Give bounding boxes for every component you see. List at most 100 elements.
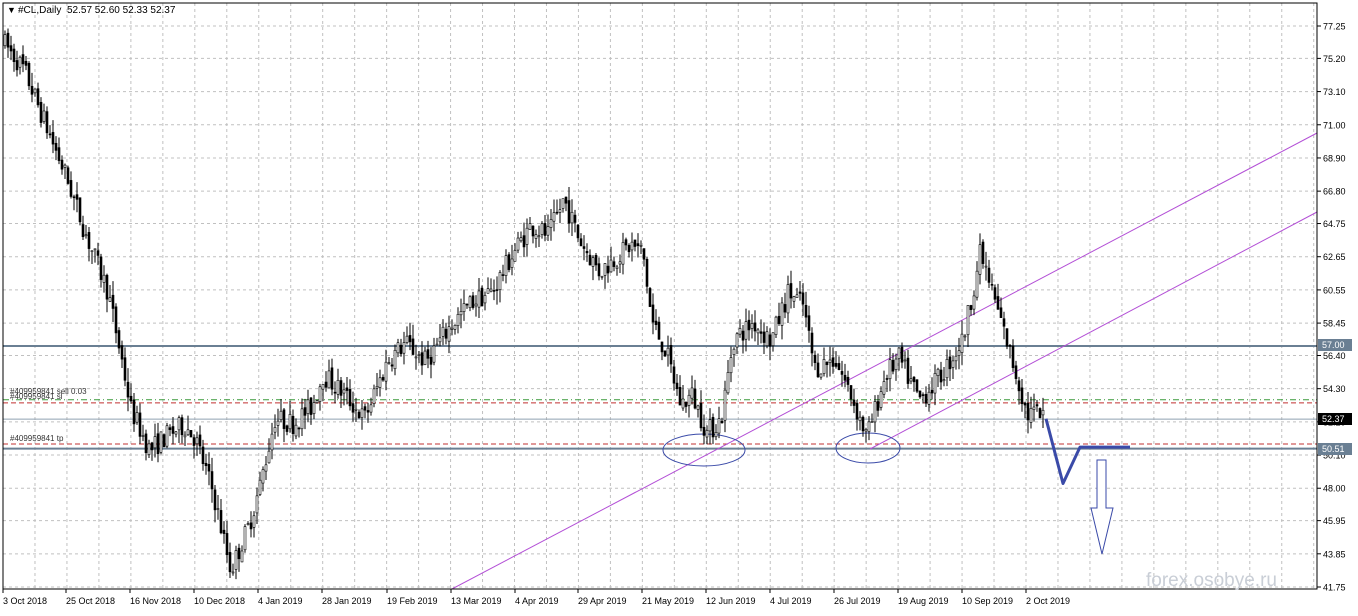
- price-tick-label: 58.45: [1323, 319, 1346, 329]
- candle-body: [987, 267, 991, 283]
- candle-body: [60, 159, 64, 170]
- candle-body: [87, 232, 91, 249]
- candle-body: [645, 258, 649, 287]
- candle-body: [936, 368, 940, 376]
- candle-body: [849, 385, 853, 400]
- candle-body: [876, 401, 880, 411]
- candle-body: [450, 327, 454, 330]
- candle-body: [159, 431, 163, 453]
- candle-body: [714, 432, 718, 438]
- candle-body: [462, 303, 466, 312]
- candle-body: [30, 85, 34, 95]
- price-tick-label: 64.75: [1323, 219, 1346, 229]
- candle-body: [288, 414, 292, 430]
- menu-triangle-icon[interactable]: ▼: [7, 5, 16, 15]
- candle-body: [519, 237, 523, 242]
- candle-body: [534, 234, 538, 239]
- candle-body: [660, 341, 664, 353]
- candle-body: [1023, 402, 1027, 406]
- candle-body: [909, 378, 913, 382]
- candle-body: [186, 429, 190, 436]
- candle-body: [426, 349, 430, 359]
- candle-body: [219, 510, 223, 534]
- candle-body: [636, 243, 640, 246]
- candle-body: [1026, 402, 1030, 421]
- candle-body: [336, 379, 340, 395]
- candle-body: [351, 403, 355, 413]
- candle-body: [924, 393, 928, 404]
- candle-body: [591, 257, 595, 267]
- candle-body: [222, 529, 226, 534]
- candle-body: [747, 319, 751, 331]
- candle-body: [99, 256, 103, 280]
- time-tick-label: 29 Apr 2019: [578, 596, 627, 606]
- candle-body: [942, 379, 946, 382]
- candle-body: [561, 198, 565, 209]
- candle-body: [150, 442, 154, 451]
- candle-body: [501, 274, 505, 276]
- current-price-badge-text: 52.37: [1322, 414, 1345, 424]
- candle-body: [846, 376, 850, 385]
- candle-body: [42, 110, 46, 122]
- candle-body: [546, 226, 550, 236]
- candle-body: [774, 316, 778, 335]
- candle-body: [402, 342, 406, 354]
- candle-body: [330, 367, 334, 390]
- price-tick-label: 41.75: [1323, 583, 1346, 593]
- order-label-sl[interactable]: #409959841 sl: [10, 392, 63, 401]
- candle-body: [162, 434, 166, 448]
- candle-body: [234, 550, 238, 570]
- candle-body: [999, 307, 1003, 318]
- candle-body: [66, 167, 70, 184]
- candle-body: [618, 261, 622, 265]
- candle-body: [570, 211, 574, 224]
- candle-body: [948, 356, 952, 370]
- candle-body: [744, 321, 748, 340]
- candle-body: [474, 303, 478, 307]
- candle-body: [657, 321, 661, 340]
- candle-body: [384, 361, 388, 382]
- candle-body: [213, 489, 217, 511]
- candle-body: [804, 304, 808, 318]
- candle-body: [969, 305, 973, 310]
- candle-body: [78, 197, 82, 223]
- candle-body: [702, 426, 706, 436]
- candle-body: [990, 283, 994, 286]
- candle-body: [93, 248, 97, 251]
- candle-body: [381, 377, 385, 381]
- candle-body: [639, 245, 643, 247]
- candle-body: [300, 408, 304, 430]
- candle-body: [339, 380, 343, 396]
- candle-body: [195, 437, 199, 445]
- time-tick-label: 4 Apr 2019: [515, 596, 559, 606]
- order-label-tp[interactable]: #409959841 tp: [10, 434, 64, 443]
- candle-body: [801, 292, 805, 305]
- candle-body: [453, 324, 457, 330]
- candle-body: [375, 385, 379, 389]
- candle-body: [975, 270, 979, 298]
- chart-window[interactable]: 77.25 75.20 73.10 71.00 68.90 66.80 64.75 62.65…: [0, 0, 1358, 611]
- candle-body: [168, 427, 172, 430]
- candle-body: [348, 389, 352, 407]
- candle-body: [306, 399, 310, 414]
- time-tick-label: 3 Oct 2018: [3, 596, 47, 606]
- price-chart[interactable]: 77.25 75.20 73.10 71.00 68.90 66.80 64.75 62.65…: [0, 0, 1358, 611]
- candle-body: [201, 446, 205, 465]
- candle-body: [1032, 406, 1036, 410]
- candle-body: [174, 431, 178, 435]
- candle-body: [897, 347, 901, 359]
- price-tick-label: 68.90: [1323, 153, 1346, 163]
- candle-body: [258, 479, 262, 495]
- candle-body: [264, 464, 268, 472]
- candle-body: [363, 406, 367, 411]
- candle-body: [807, 315, 811, 331]
- candle-body: [933, 373, 937, 394]
- candle-body: [717, 418, 721, 434]
- candle-body: [12, 48, 16, 63]
- candle-body: [960, 333, 964, 353]
- candle-body: [138, 412, 142, 437]
- candle-body: [390, 364, 394, 367]
- candle-body: [786, 284, 790, 314]
- candle-body: [261, 469, 265, 484]
- candle-body: [111, 294, 115, 309]
